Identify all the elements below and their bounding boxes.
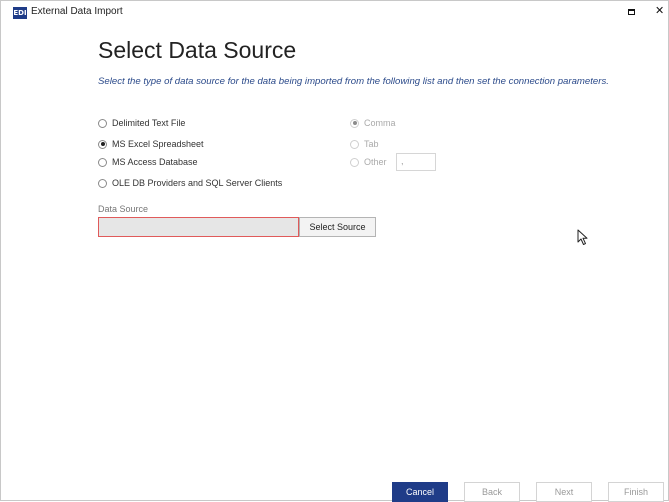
close-icon[interactable]: ✕ [655, 4, 664, 18]
radio-circle [350, 139, 359, 149]
radio-label: Other [364, 157, 387, 167]
radio-ms-excel-spreadsheet[interactable]: MS Excel Spreadsheet [98, 139, 204, 149]
radio-label: Comma [364, 118, 396, 128]
finish-button[interactable]: Finish [608, 482, 664, 502]
radio-ole-db-sql-server[interactable]: OLE DB Providers and SQL Server Clients [98, 178, 282, 188]
select-source-button[interactable]: Select Source [299, 217, 376, 237]
radio-circle [98, 118, 107, 128]
radio-circle [98, 139, 107, 149]
radio-circle [98, 178, 107, 188]
radio-circle [98, 157, 107, 167]
radio-circle [350, 157, 359, 167]
radio-delimiter-comma[interactable]: Comma [350, 118, 396, 128]
title-bar: EDI External Data Import ✕ [1, 1, 668, 25]
back-button[interactable]: Back [464, 482, 520, 502]
window-title: External Data Import [31, 6, 123, 17]
cancel-button[interactable]: Cancel [392, 482, 448, 502]
radio-label: MS Excel Spreadsheet [112, 139, 204, 149]
radio-circle [350, 118, 359, 128]
other-delimiter-input[interactable]: , [396, 153, 436, 171]
instructions-text: Select the type of data source for the d… [98, 76, 609, 87]
mouse-cursor-icon [577, 229, 588, 245]
data-source-label: Data Source [98, 204, 149, 214]
radio-label: OLE DB Providers and SQL Server Clients [112, 178, 283, 188]
radio-label: Tab [364, 139, 379, 149]
radio-ms-access-database[interactable]: MS Access Database [98, 157, 198, 167]
radio-delimiter-tab[interactable]: Tab [350, 139, 379, 149]
maximize-icon[interactable] [628, 9, 635, 15]
app-icon: EDI [13, 7, 27, 19]
radio-label: Delimited Text File [112, 118, 186, 128]
import-dialog-window: EDI External Data Import ✕ Select Data S… [0, 0, 669, 502]
radio-delimiter-other[interactable]: Other [350, 157, 387, 167]
next-button[interactable]: Next [536, 482, 592, 502]
radio-delimited-text-file[interactable]: Delimited Text File [98, 118, 185, 128]
data-source-field[interactable] [98, 217, 299, 237]
page-title: Select Data Source [98, 37, 297, 63]
radio-label: MS Access Database [112, 157, 198, 167]
